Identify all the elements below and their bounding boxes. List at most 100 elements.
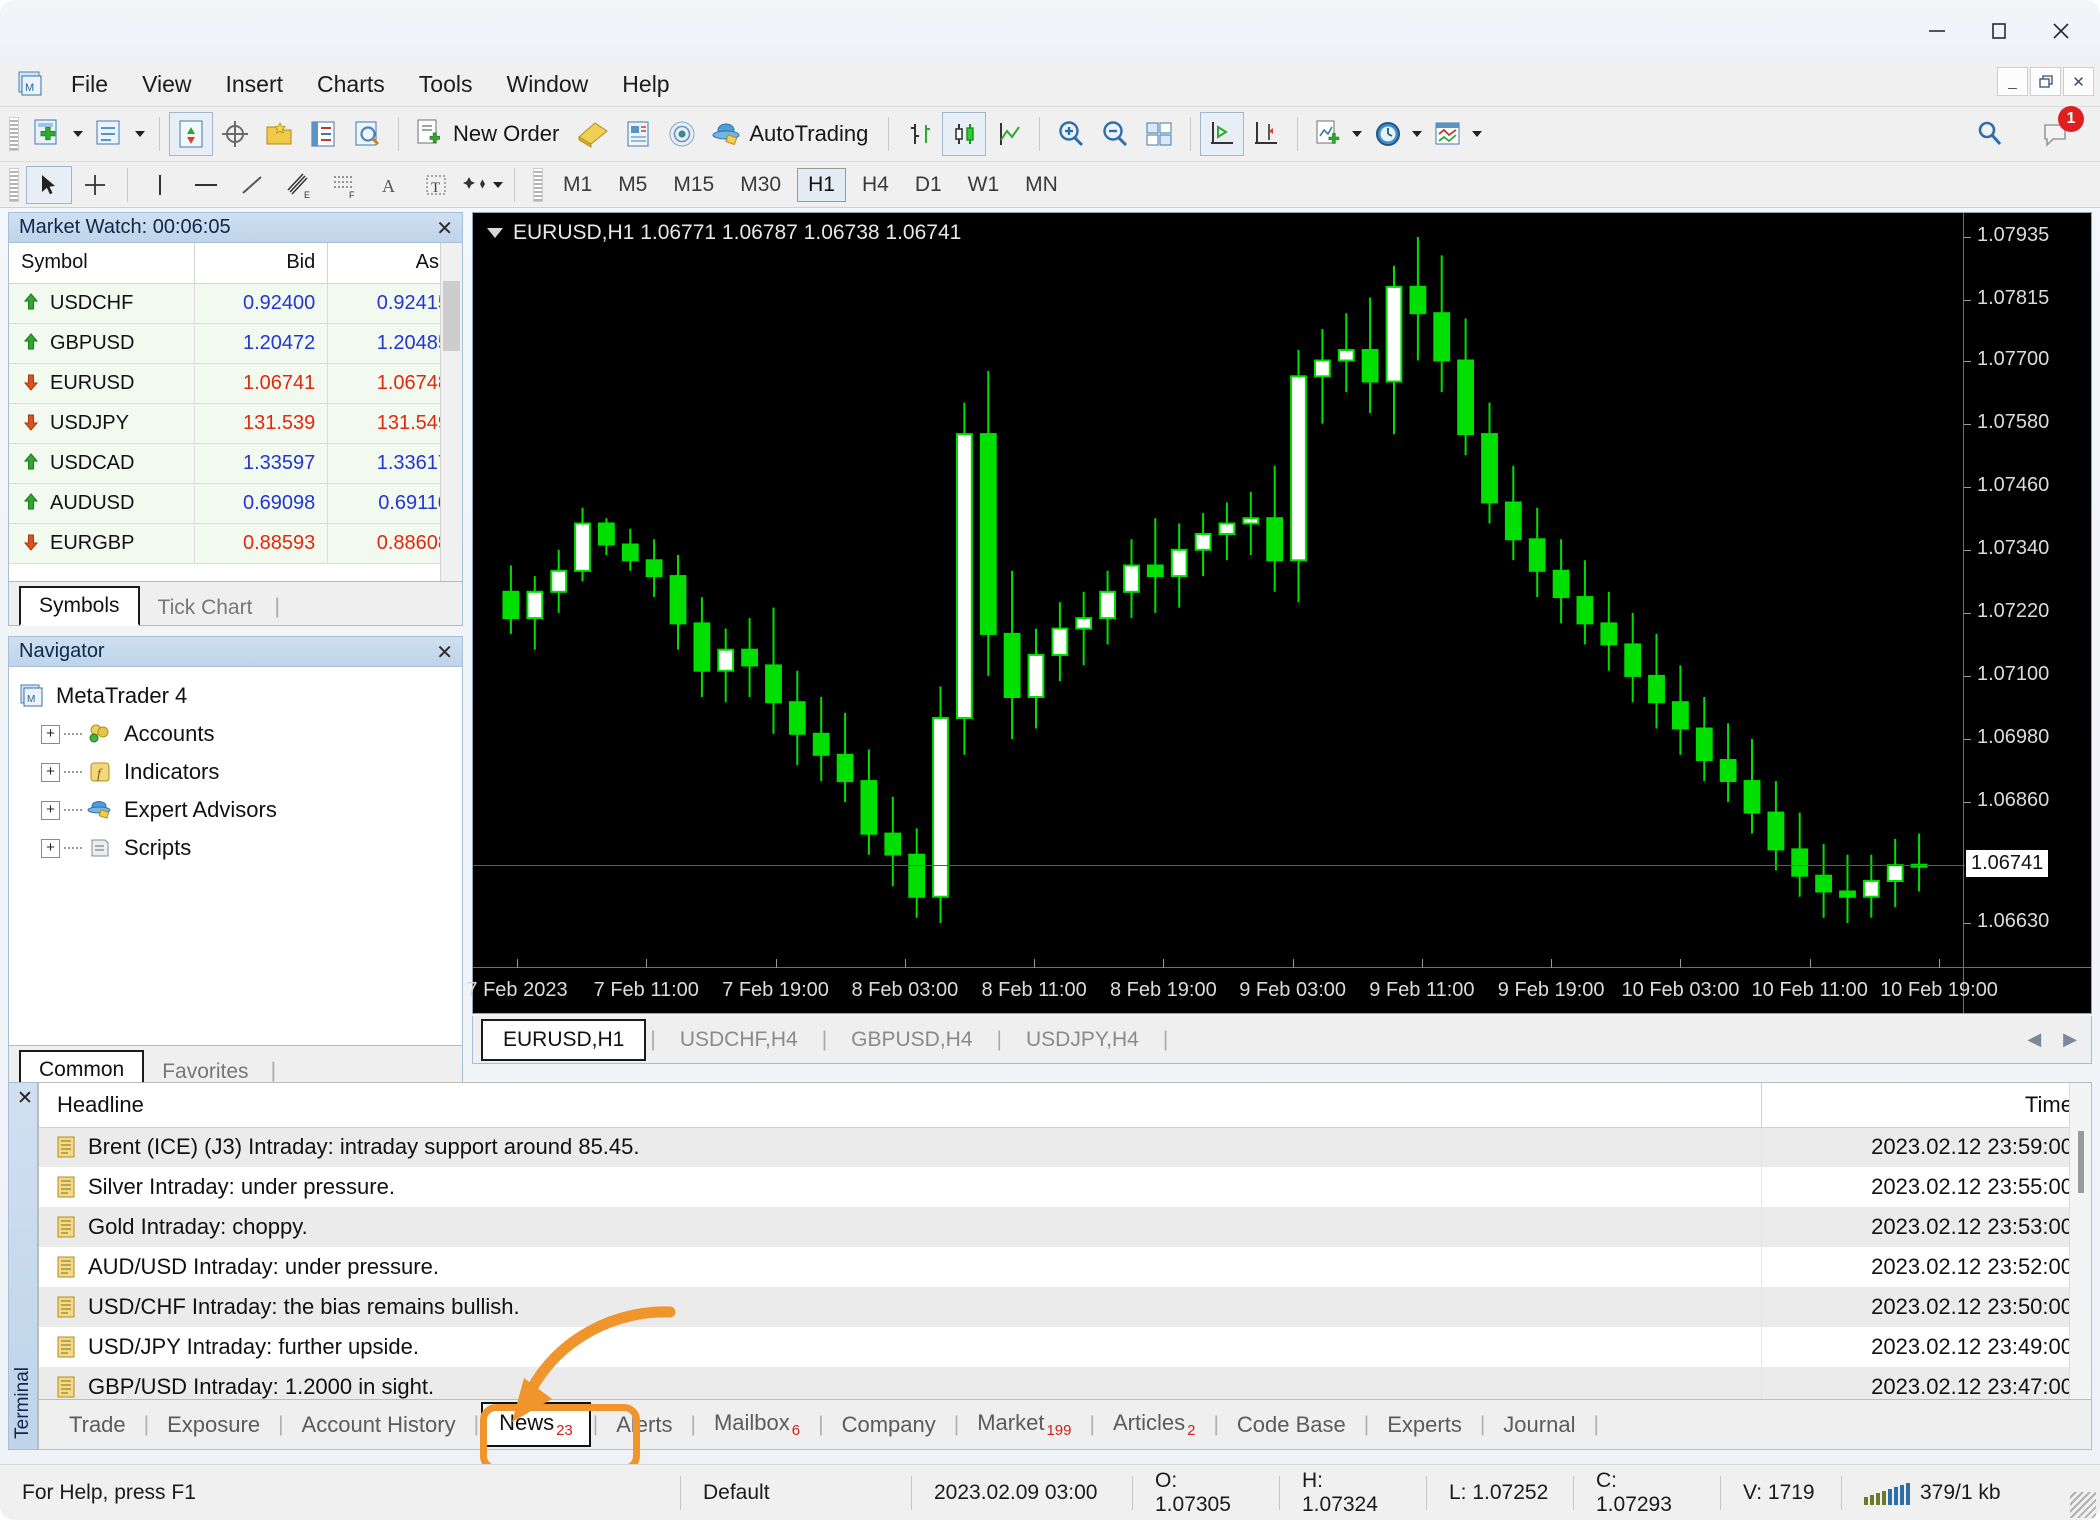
- candlestick-chart-button[interactable]: [942, 112, 986, 156]
- timeframe-m15[interactable]: M15: [663, 169, 724, 201]
- vertical-line-tool-button[interactable]: [137, 166, 183, 204]
- market-watch-row[interactable]: AUDUSD0.690980.69110: [9, 483, 462, 523]
- horizontal-line-tool-button[interactable]: [183, 166, 229, 204]
- timeframe-w1[interactable]: W1: [958, 169, 1010, 201]
- resize-grip[interactable]: [2070, 1492, 2096, 1518]
- navigator-item-scripts[interactable]: +Scripts: [19, 829, 462, 867]
- new-chart-button[interactable]: [26, 112, 88, 156]
- market-watch-row[interactable]: USDJPY131.539131.549: [9, 403, 462, 443]
- indicators-button[interactable]: [1307, 112, 1367, 156]
- expand-icon[interactable]: +: [41, 763, 60, 782]
- timeframe-h4[interactable]: H4: [852, 169, 899, 201]
- close-window-button[interactable]: [2030, 6, 2092, 56]
- terminal-tab-experts[interactable]: Experts: [1371, 1406, 1478, 1444]
- terminal-button[interactable]: [301, 112, 345, 156]
- market-watch-row[interactable]: USDCAD1.335971.33617: [9, 443, 462, 483]
- menu-tools[interactable]: Tools: [402, 66, 490, 102]
- news-row[interactable]: GBP/USD Intraday: 1.2000 in sight.2023.0…: [39, 1367, 2091, 1400]
- timeframe-m5[interactable]: M5: [608, 169, 657, 201]
- market-watch-row[interactable]: EURUSD1.067411.06748: [9, 363, 462, 403]
- column-time[interactable]: Time: [1761, 1083, 2091, 1127]
- market-watch-close-icon[interactable]: ✕: [436, 216, 453, 241]
- news-row[interactable]: USD/CHF Intraday: the bias remains bulli…: [39, 1287, 2091, 1327]
- menu-view[interactable]: View: [125, 66, 208, 102]
- terminal-tab-alerts[interactable]: Alerts: [600, 1406, 688, 1444]
- cursor-tool-button[interactable]: [26, 166, 72, 204]
- navigator-close-icon[interactable]: ✕: [436, 640, 453, 665]
- menu-help[interactable]: Help: [605, 66, 686, 102]
- menu-file[interactable]: File: [54, 66, 125, 102]
- timeframe-m1[interactable]: M1: [553, 169, 602, 201]
- navigator-item-expert-advisors[interactable]: +Expert Advisors: [19, 791, 462, 829]
- menu-insert[interactable]: Insert: [209, 66, 301, 102]
- timeframe-m30[interactable]: M30: [730, 169, 791, 201]
- news-row[interactable]: Silver Intraday: under pressure.2023.02.…: [39, 1167, 2091, 1207]
- price-chart[interactable]: EURUSD,H1 1.06771 1.06787 1.06738 1.0674…: [472, 212, 2092, 1014]
- market-watch-row[interactable]: GBPUSD1.204721.20485: [9, 323, 462, 363]
- mql5-community-button[interactable]: [616, 112, 660, 156]
- time-axis[interactable]: 7 Feb 20237 Feb 11:007 Feb 19:008 Feb 03…: [473, 967, 2091, 1013]
- templates-button[interactable]: [1427, 112, 1487, 156]
- mdi-close-button[interactable]: ✕: [2063, 67, 2094, 96]
- price-axis[interactable]: 1.079351.078151.077001.075801.074601.073…: [1963, 213, 2091, 1013]
- notifications-icon[interactable]: 1: [2034, 112, 2078, 156]
- column-bid[interactable]: Bid: [194, 243, 328, 283]
- timeframes-grip[interactable]: [533, 168, 543, 202]
- metaeditor-button[interactable]: [570, 112, 616, 156]
- expand-icon[interactable]: +: [41, 801, 60, 820]
- terminal-tab-mailbox[interactable]: Mailbox6: [698, 1404, 816, 1445]
- terminal-tab-news[interactable]: News23: [481, 1402, 591, 1447]
- virtual-hosting-button[interactable]: [660, 112, 704, 156]
- terminal-tab-trade[interactable]: Trade: [53, 1406, 142, 1444]
- data-window-button[interactable]: [213, 112, 257, 156]
- terminal-tab-company[interactable]: Company: [826, 1406, 952, 1444]
- mdi-restore-button[interactable]: [2030, 67, 2061, 96]
- terminal-tab-account-history[interactable]: Account History: [286, 1406, 472, 1444]
- expand-icon[interactable]: +: [41, 839, 60, 858]
- maximize-window-button[interactable]: [1968, 6, 2030, 56]
- arrows-tool-button[interactable]: [459, 166, 505, 204]
- chevron-down-icon[interactable]: [493, 182, 503, 188]
- chart-tab-eurusd-h1[interactable]: EURUSD,H1: [481, 1019, 646, 1061]
- chevron-down-icon[interactable]: [1412, 131, 1422, 137]
- fibonacci-retracement-tool-button[interactable]: F: [321, 166, 367, 204]
- profiles-button[interactable]: [88, 112, 150, 156]
- terminal-close-icon[interactable]: ✕: [17, 1087, 33, 1110]
- timeframe-h1[interactable]: H1: [797, 168, 846, 202]
- market-watch-row[interactable]: EURGBP0.885930.88608: [9, 523, 462, 563]
- scrollbar-thumb[interactable]: [443, 281, 460, 351]
- chart-tab-usdchf-h4[interactable]: USDCHF,H4: [660, 1021, 818, 1059]
- toolbar-grip[interactable]: [9, 168, 19, 202]
- news-row[interactable]: AUD/USD Intraday: under pressure.2023.02…: [39, 1247, 2091, 1287]
- column-headline[interactable]: Headline: [39, 1083, 1761, 1127]
- timeframe-d1[interactable]: D1: [905, 169, 952, 201]
- menu-window[interactable]: Window: [489, 66, 605, 102]
- market-watch-scrollbar[interactable]: [440, 243, 462, 581]
- bar-chart-button[interactable]: [898, 112, 942, 156]
- chart-shift-button[interactable]: [1244, 112, 1288, 156]
- market-watch-row[interactable]: USDCHF0.924000.92415: [9, 283, 462, 323]
- navigator-item-indicators[interactable]: +fIndicators: [19, 753, 462, 791]
- navigator-root[interactable]: M MetaTrader 4: [19, 677, 462, 715]
- menu-charts[interactable]: Charts: [300, 66, 402, 102]
- news-row[interactable]: Gold Intraday: choppy.2023.02.12 23:53:0…: [39, 1207, 2091, 1247]
- zoom-in-button[interactable]: [1049, 112, 1093, 156]
- minimize-window-button[interactable]: [1906, 6, 1968, 56]
- terminal-tab-code-base[interactable]: Code Base: [1221, 1406, 1362, 1444]
- timeframe-mn[interactable]: MN: [1015, 169, 1068, 201]
- trendline-tool-button[interactable]: [229, 166, 275, 204]
- terminal-tab-market[interactable]: Market199: [961, 1404, 1087, 1445]
- market-watch-button[interactable]: [169, 112, 213, 156]
- strategy-tester-button[interactable]: [345, 112, 389, 156]
- chevron-down-icon[interactable]: [1472, 131, 1482, 137]
- chevron-down-icon[interactable]: [1352, 131, 1362, 137]
- zoom-out-button[interactable]: [1093, 112, 1137, 156]
- news-row[interactable]: USD/JPY Intraday: further upside.2023.02…: [39, 1327, 2091, 1367]
- scrollbar-thumb[interactable]: [2078, 1131, 2084, 1193]
- chevron-down-icon[interactable]: [73, 131, 83, 137]
- autotrading-button[interactable]: AutoTrading: [704, 112, 879, 156]
- column-symbol[interactable]: Symbol: [9, 243, 194, 283]
- search-icon[interactable]: [1968, 112, 2012, 156]
- text-label-tool-button[interactable]: T: [413, 166, 459, 204]
- tab-tick-chart[interactable]: Tick Chart: [140, 590, 271, 626]
